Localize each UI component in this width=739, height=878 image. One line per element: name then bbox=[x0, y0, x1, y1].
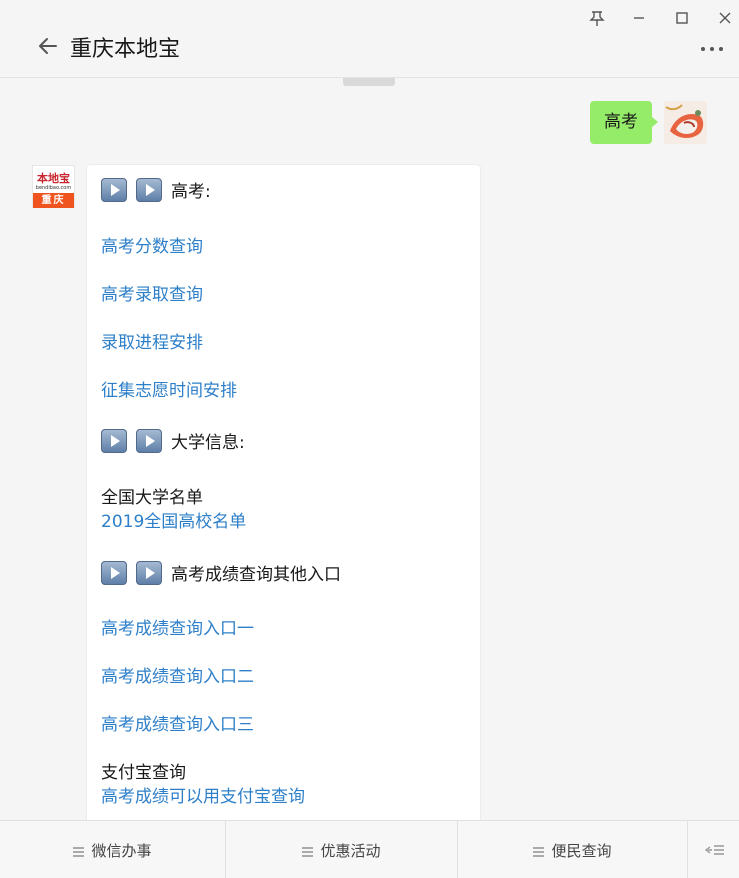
section-university-label: 大学信息: bbox=[171, 433, 245, 453]
play-icon bbox=[101, 560, 127, 585]
avatar-logo-text: 本地宝 bbox=[37, 172, 70, 185]
link-volunteer-schedule[interactable]: 征集志愿时间安排 bbox=[101, 376, 237, 401]
back-arrow-icon[interactable] bbox=[36, 34, 60, 58]
play-icon bbox=[101, 177, 127, 202]
link-gaokao-admission[interactable]: 高考录取查询 bbox=[101, 280, 203, 305]
play-icon bbox=[136, 177, 162, 202]
play-icon bbox=[101, 428, 127, 453]
more-options-icon[interactable] bbox=[699, 42, 725, 56]
link-admission-schedule[interactable]: 录取进程安排 bbox=[101, 328, 203, 353]
switch-to-keyboard-icon[interactable] bbox=[688, 821, 739, 878]
section-university: 大学信息: bbox=[101, 428, 245, 453]
link-score-entry-2[interactable]: 高考成绩查询入口二 bbox=[101, 662, 254, 687]
menu-item-label: 优惠活动 bbox=[320, 841, 381, 860]
play-icon bbox=[136, 428, 162, 453]
university-list-label: 全国大学名单 bbox=[101, 488, 203, 508]
menu-list-icon bbox=[533, 847, 545, 857]
section-other-entries: 高考成绩查询其他入口 bbox=[101, 560, 341, 585]
section-gaokao-label: 高考: bbox=[171, 182, 211, 202]
maximize-icon[interactable] bbox=[672, 8, 692, 28]
avatar-site-text: bendibao.com bbox=[35, 185, 72, 191]
menu-wechat-services[interactable]: 微信办事 bbox=[0, 821, 226, 878]
link-gaokao-score[interactable]: 高考分数查询 bbox=[101, 232, 203, 257]
link-score-entry-3[interactable]: 高考成绩查询入口三 bbox=[101, 710, 254, 735]
user-message-bubble[interactable]: 高考 bbox=[590, 101, 658, 144]
menu-item-label: 便民查询 bbox=[551, 841, 612, 860]
play-icon bbox=[136, 560, 162, 585]
official-account-avatar[interactable]: 本地宝 bendibao.com 重庆 bbox=[32, 165, 75, 208]
bot-reply-bubble: 高考: 高考分数查询 高考录取查询 录取进程安排 征集志愿时间安排 大学信息: … bbox=[86, 164, 481, 824]
menu-promotions[interactable]: 优惠活动 bbox=[226, 821, 458, 878]
chat-title: 重庆本地宝 bbox=[70, 37, 181, 62]
close-icon[interactable] bbox=[715, 8, 735, 28]
section-gaokao: 高考: bbox=[101, 177, 211, 202]
link-alipay-query[interactable]: 高考成绩可以用支付宝查询 bbox=[101, 782, 305, 807]
pin-icon[interactable] bbox=[587, 8, 607, 28]
load-more-indicator[interactable] bbox=[343, 78, 395, 86]
menu-item-label: 微信办事 bbox=[91, 841, 152, 860]
title-bar: 重庆本地宝 bbox=[0, 0, 739, 78]
link-university-list[interactable]: 2019全国高校名单 bbox=[101, 507, 246, 532]
account-menu-bar: 微信办事 优惠活动 便民查询 bbox=[0, 820, 739, 878]
link-score-entry-1[interactable]: 高考成绩查询入口一 bbox=[101, 614, 254, 639]
avatar-city-text: 重庆 bbox=[33, 193, 74, 208]
menu-list-icon bbox=[73, 847, 85, 857]
menu-list-icon bbox=[302, 847, 314, 857]
section-other-label: 高考成绩查询其他入口 bbox=[171, 565, 341, 585]
user-avatar[interactable] bbox=[664, 101, 707, 144]
menu-convenience-query[interactable]: 便民查询 bbox=[458, 821, 688, 878]
minimize-icon[interactable] bbox=[629, 8, 649, 28]
alipay-label: 支付宝查询 bbox=[101, 763, 186, 783]
